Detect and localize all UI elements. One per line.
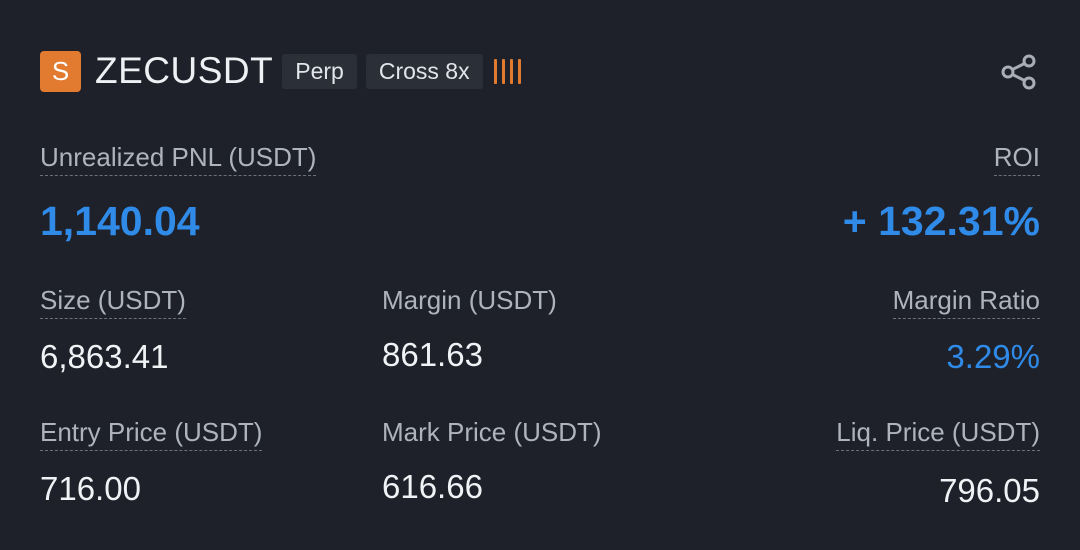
symbol-name[interactable]: ZECUSDT: [95, 50, 273, 92]
size-value: 6,863.41: [40, 338, 169, 375]
margin-ratio-label[interactable]: Margin Ratio: [892, 285, 1040, 319]
liq-price-value: 796.05: [939, 472, 1040, 509]
contract-type-tag: Perp: [282, 53, 357, 89]
margin-value: 861.63: [382, 336, 483, 373]
margin-ratio-value: 3.29%: [946, 338, 1040, 375]
mark-price-label: Mark Price (USDT): [382, 417, 602, 447]
unrealized-pnl-label[interactable]: Unrealized PNL (USDT): [40, 142, 317, 176]
unrealized-pnl-value: 1,140.04: [40, 198, 200, 244]
share-icon[interactable]: [1000, 53, 1038, 91]
entry-price-value: 716.00: [40, 470, 141, 507]
margin-label: Margin (USDT): [382, 285, 557, 315]
liq-price-label[interactable]: Liq. Price (USDT): [836, 417, 1040, 451]
roi-label[interactable]: ROI: [993, 142, 1040, 176]
mark-price-value: 616.66: [382, 468, 483, 505]
margin-mode-tag: Cross 8x: [365, 53, 483, 89]
entry-price-label[interactable]: Entry Price (USDT): [40, 417, 263, 451]
roi-value: + 132.31%: [842, 198, 1040, 244]
symbol-badge: S: [40, 50, 81, 92]
position-header: S ZECUSDT Perp Cross 8x: [40, 50, 521, 92]
risk-level-icon: [493, 56, 521, 86]
size-label[interactable]: Size (USDT): [40, 285, 186, 319]
